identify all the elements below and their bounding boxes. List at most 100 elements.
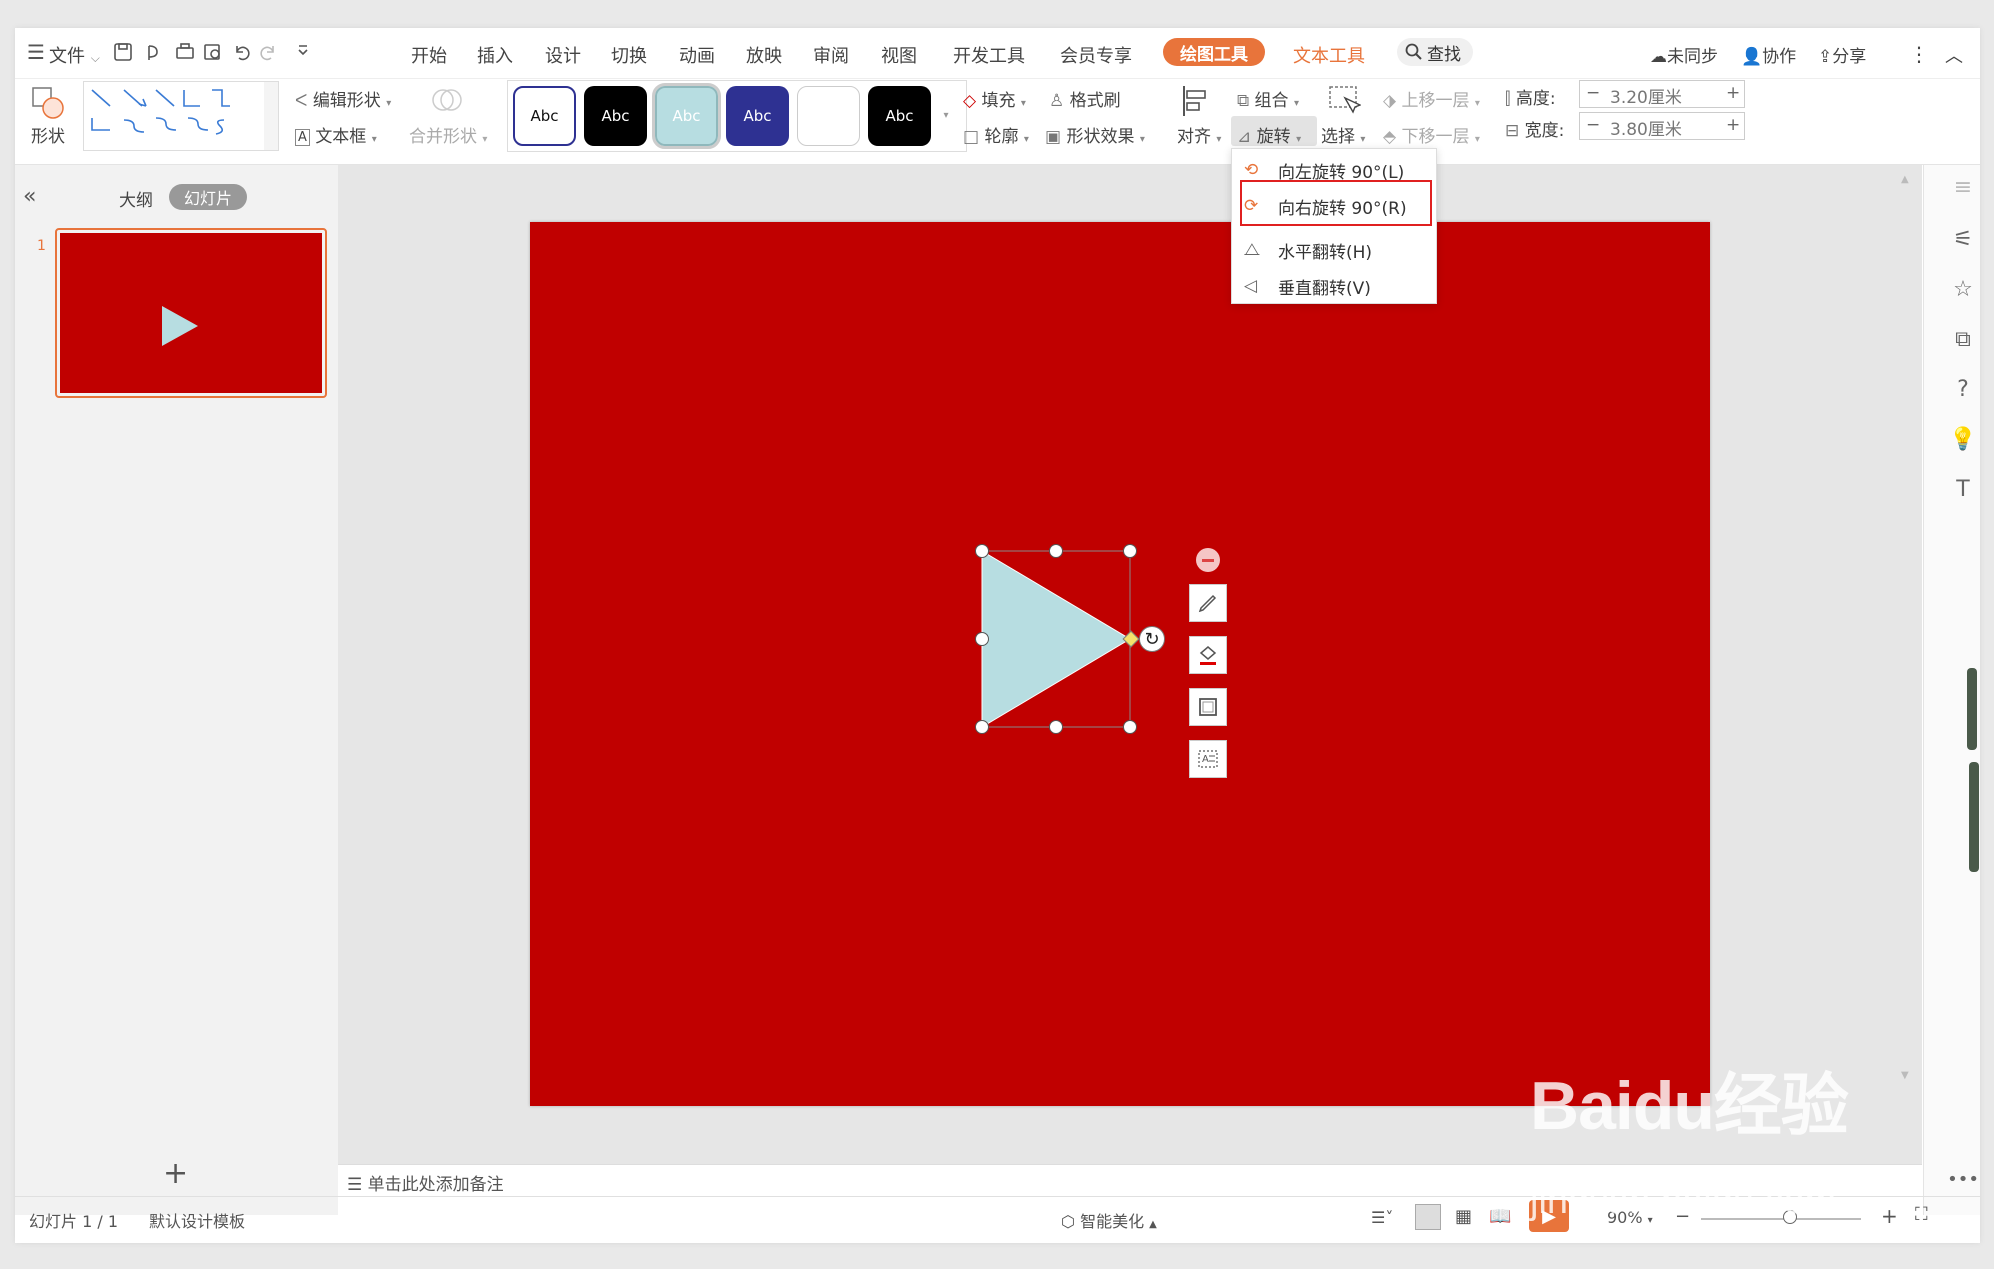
sync-status[interactable]: ☁未同步 <box>1650 42 1718 67</box>
height-stepper[interactable]: − 3.20厘米 + <box>1579 80 1745 108</box>
style-outline-navy[interactable]: Abc <box>513 86 576 146</box>
tab-developer[interactable]: 开发工具 <box>953 42 1025 68</box>
gallery-scroll-icon[interactable]: ▾ <box>937 82 955 150</box>
collapse-floating-toolbar-icon[interactable] <box>1196 548 1220 572</box>
text-tool-icon[interactable]: T <box>1948 474 1978 504</box>
float-edit-icon[interactable] <box>1189 584 1227 622</box>
height-value[interactable]: 3.20厘米 <box>1610 83 1682 108</box>
collab-button[interactable]: 👤协作 <box>1741 42 1796 67</box>
group-button[interactable]: ⧉ 组合 ▾ <box>1237 86 1299 111</box>
fill-button[interactable]: ◇ 填充 ▾ <box>963 86 1026 111</box>
tab-animation[interactable]: 动画 <box>679 42 715 68</box>
shape-gallery[interactable] <box>83 81 279 151</box>
slide-thumbnail[interactable] <box>55 228 327 398</box>
tab-review[interactable]: 审阅 <box>813 42 849 68</box>
tab-insert[interactable]: 插入 <box>477 42 513 68</box>
resize-handle-t[interactable] <box>1049 544 1063 558</box>
resize-handle-tl[interactable] <box>975 544 989 558</box>
tab-member[interactable]: 会员专享 <box>1060 42 1132 68</box>
text-box-icon: A <box>295 128 310 146</box>
smart-beautify-button[interactable]: ⬡ 智能美化 ▲ <box>1061 1208 1157 1232</box>
merge-shape-icon[interactable] <box>429 82 465 118</box>
reading-view-icon[interactable]: 📖 <box>1489 1206 1511 1227</box>
rotate-handle-icon[interactable]: ↻ <box>1139 626 1165 652</box>
style-navy[interactable]: Abc <box>726 86 789 146</box>
resize-handle-l[interactable] <box>975 632 989 646</box>
float-outline-icon[interactable] <box>1189 688 1227 726</box>
select-label[interactable]: 选择 ▾ <box>1321 122 1365 147</box>
style-white[interactable] <box>797 86 860 146</box>
resize-handle-b[interactable] <box>1049 720 1063 734</box>
outline-button[interactable]: □ 轮廓 ▾ <box>963 122 1029 147</box>
rotate-button-content[interactable]: ⊿ 旋转 ▾ <box>1237 122 1301 147</box>
zoom-in-icon[interactable]: + <box>1881 1204 1898 1228</box>
tab-outline[interactable]: 大纲 <box>119 186 153 211</box>
collapse-panel-icon[interactable]: « <box>23 184 36 209</box>
bulb-icon[interactable]: 💡 <box>1948 424 1978 454</box>
help-icon[interactable]: ? <box>1948 374 1978 404</box>
side-scroll-thumb[interactable] <box>1967 668 1977 750</box>
resize-handle-br[interactable] <box>1123 720 1137 734</box>
bring-forward-button[interactable]: ⬗ 上移一层 ▾ <box>1383 86 1480 111</box>
tab-design[interactable]: 设计 <box>545 42 581 68</box>
vertical-scrollbar[interactable] <box>1903 178 1917 1158</box>
resize-handle-bl[interactable] <box>975 720 989 734</box>
panel-menu-icon[interactable]: ≡ <box>1948 172 1978 202</box>
format-brush-button[interactable]: ♙ 格式刷 <box>1049 86 1121 111</box>
triangle-shape[interactable] <box>975 544 1135 734</box>
share-button[interactable]: ⇪分享 <box>1818 42 1866 67</box>
notes-bar[interactable]: ☰ 单击此处添加备注 <box>347 1170 504 1195</box>
float-fill-icon[interactable] <box>1189 636 1227 674</box>
notes-toggle-icon[interactable]: ☰˅ <box>1371 1208 1393 1227</box>
width-stepper[interactable]: − 3.80厘米 + <box>1579 112 1745 140</box>
grid-view-icon[interactable]: ▦ <box>1455 1206 1472 1227</box>
normal-view-icon[interactable] <box>1415 1204 1441 1230</box>
select-icon[interactable] <box>1327 84 1362 118</box>
more-vertical-icon[interactable]: ⋮ <box>1909 42 1929 66</box>
tab-view[interactable]: 视图 <box>881 42 917 68</box>
resize-handle-tr[interactable] <box>1123 544 1137 558</box>
side-scroll-thumb-2[interactable] <box>1969 762 1979 872</box>
height-decrement-button[interactable]: − <box>1586 83 1600 103</box>
menu-flip-vertical[interactable]: ◁ 垂直翻转(V) <box>1232 269 1438 303</box>
tab-transition[interactable]: 切换 <box>611 42 647 68</box>
search-box[interactable]: 查找 <box>1397 38 1473 66</box>
collapse-ribbon-icon[interactable]: ︿ <box>1945 42 1963 68</box>
height-label: ⫿ 高度: <box>1505 89 1556 109</box>
tab-drawing-tools[interactable]: 绘图工具 <box>1163 38 1265 66</box>
shape-effect-button[interactable]: ▣ 形状效果 ▾ <box>1045 122 1145 147</box>
width-increment-button[interactable]: + <box>1726 115 1740 135</box>
file-menu[interactable]: 文件 ⌵ <box>49 42 100 68</box>
shape-button[interactable] <box>29 84 69 124</box>
menu-flip-horizontal[interactable]: ⧍ 水平翻转(H) <box>1232 233 1438 267</box>
style-black-2[interactable]: Abc <box>868 86 931 146</box>
share-icon: ⇪ <box>1818 47 1833 67</box>
scroll-up-icon[interactable]: ▲ <box>1901 174 1909 185</box>
align-icon[interactable] <box>1181 84 1211 118</box>
more-icon[interactable]: ••• <box>1947 1164 1979 1194</box>
edit-shape-button[interactable]: ᐸ 编辑形状 ▾ <box>295 86 391 111</box>
tab-slides[interactable]: 幻灯片 <box>169 184 247 210</box>
width-value[interactable]: 3.80厘米 <box>1610 115 1682 140</box>
float-text-icon[interactable]: A <box>1189 740 1227 778</box>
style-lightblue[interactable]: Abc <box>652 83 721 149</box>
hamburger-icon[interactable]: ☰ <box>27 40 45 64</box>
star-icon[interactable]: ☆ <box>1948 274 1978 304</box>
tab-start[interactable]: 开始 <box>411 42 447 68</box>
fit-window-icon[interactable]: ⛶ <box>1915 1204 1928 1225</box>
copy-icon[interactable]: ⧉ <box>1948 324 1978 354</box>
text-box-button[interactable]: A 文本框 ▾ <box>295 122 377 147</box>
style-black[interactable]: Abc <box>584 86 647 146</box>
width-decrement-button[interactable]: − <box>1586 115 1600 135</box>
scroll-down-icon[interactable]: ▼ <box>1901 1070 1909 1081</box>
tab-slideshow[interactable]: 放映 <box>746 42 782 68</box>
height-increment-button[interactable]: + <box>1726 83 1740 103</box>
align-label[interactable]: 对齐 ▾ <box>1177 122 1221 147</box>
properties-icon[interactable]: ⚟ <box>1948 224 1978 254</box>
quick-access-toolbar[interactable] <box>113 42 313 66</box>
send-backward-button[interactable]: ⬘ 下移一层 ▾ <box>1383 122 1480 147</box>
template-name[interactable]: 默认设计模板 <box>149 1208 245 1232</box>
add-slide-button[interactable]: + <box>163 1156 188 1191</box>
sync-label: 未同步 <box>1667 47 1718 67</box>
tab-text-tools[interactable]: 文本工具 <box>1293 42 1365 68</box>
